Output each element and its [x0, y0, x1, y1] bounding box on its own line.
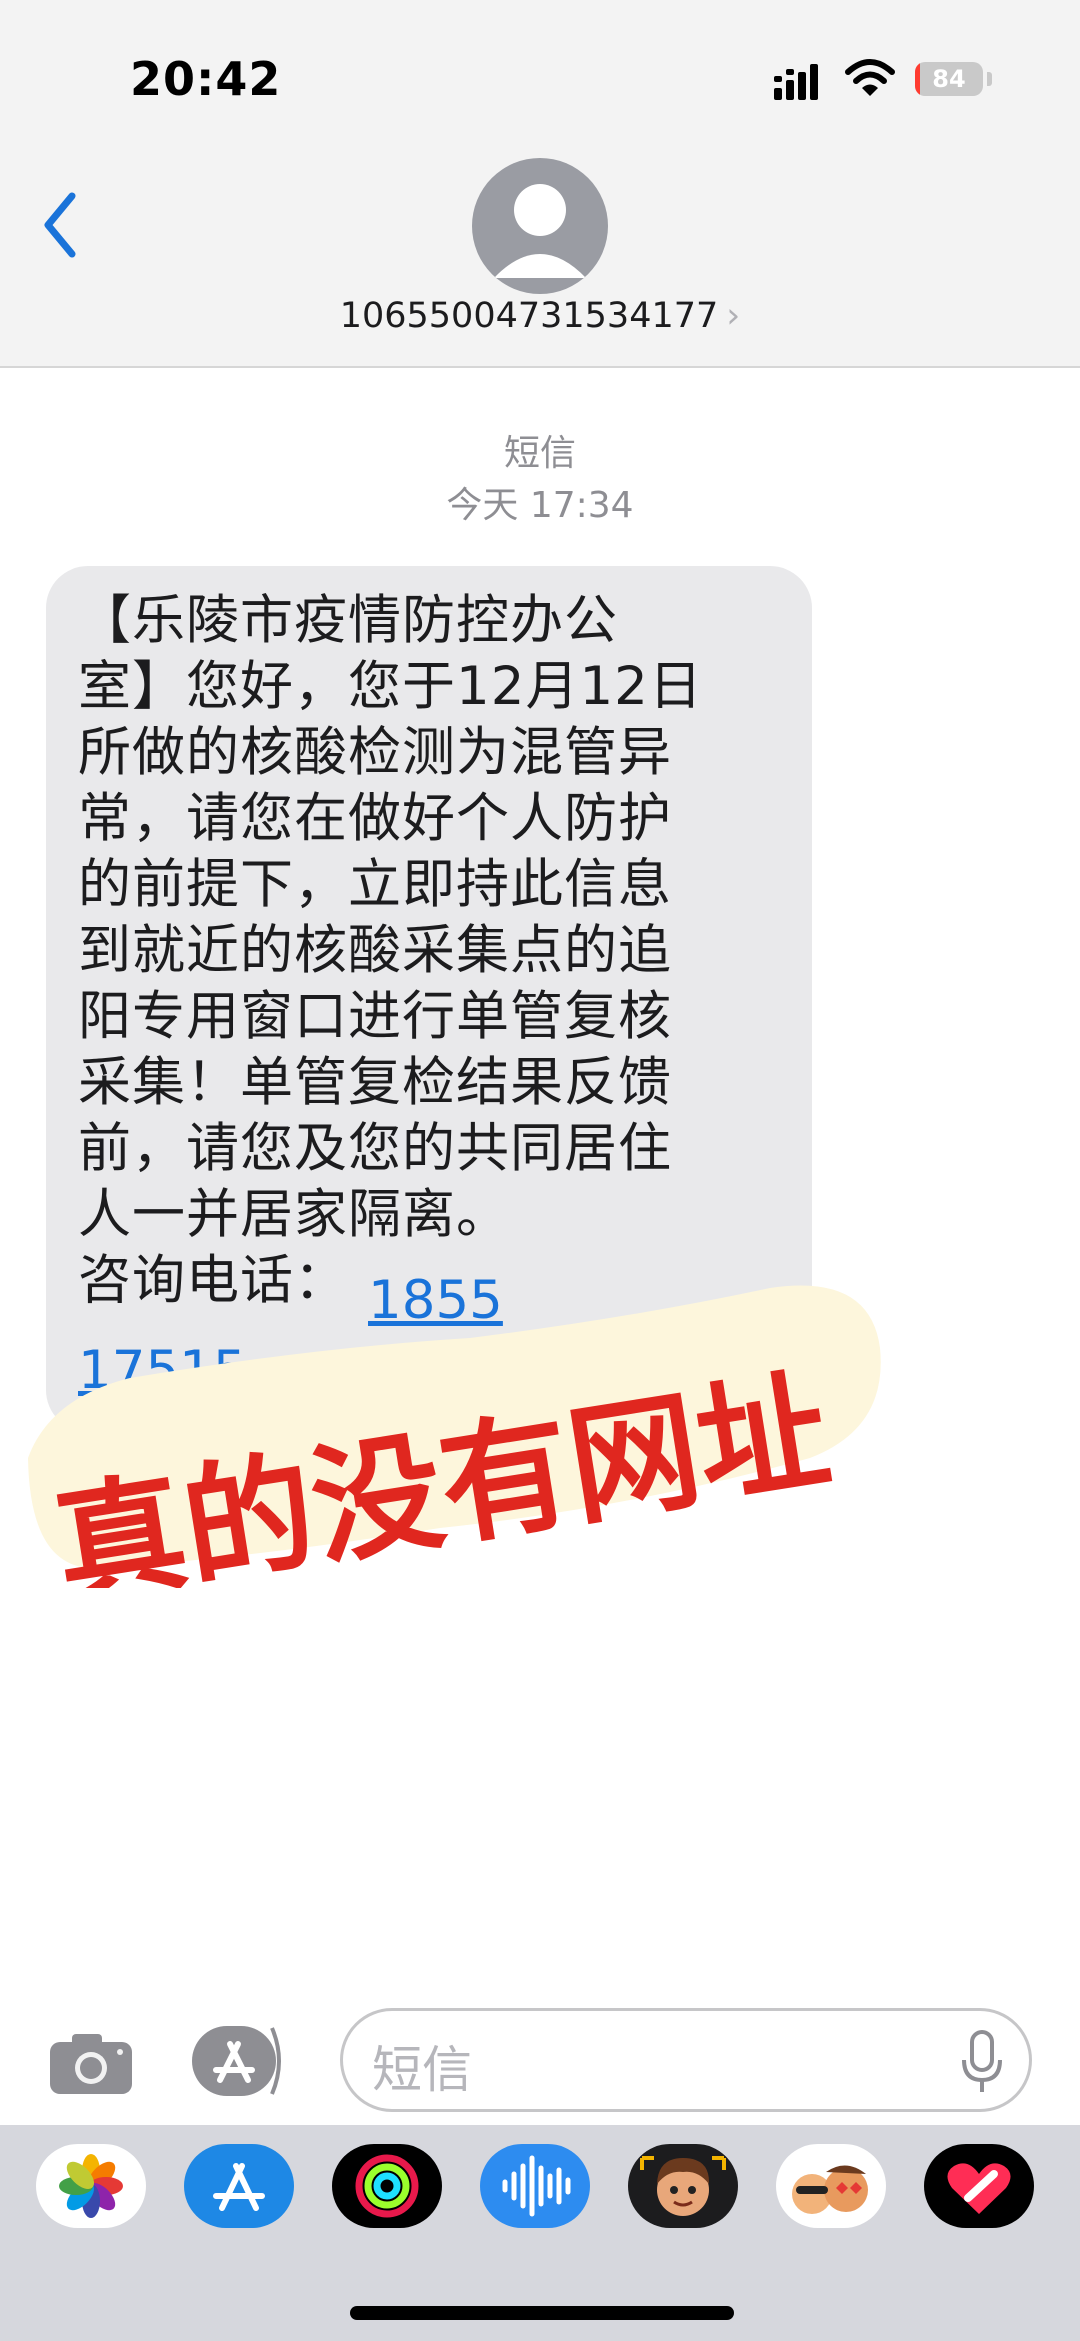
handwritten-sticker: 真的没有网址 [28, 1285, 881, 1588]
digital-touch-icon[interactable] [924, 2144, 1034, 2228]
microphone-icon[interactable] [960, 2030, 1004, 2096]
battery-level: 84 [932, 65, 966, 93]
cellular-signal-icon [774, 64, 818, 100]
message-timestamp: 今天 17:34 [446, 485, 634, 526]
contact-avatar[interactable] [472, 158, 608, 294]
back-chevron-icon[interactable] [40, 190, 80, 260]
battery-tip [987, 72, 992, 86]
status-time: 20:42 [130, 52, 282, 106]
message-text: 【乐陵市疫情防控办公 室】您好，您于12月12日 所做的核酸检测为混管异 常，请… [78, 590, 703, 1311]
photos-icon[interactable] [36, 2144, 146, 2228]
battery-icon: 84 [915, 62, 983, 96]
home-indicator[interactable] [350, 2306, 734, 2320]
app-store-icon[interactable] [184, 2144, 294, 2228]
activity-icon[interactable] [332, 2144, 442, 2228]
contact-name[interactable]: 10655004731534177 › [0, 296, 1080, 336]
app-store-drawer-icon[interactable] [190, 2024, 290, 2098]
chevron-right-icon: › [726, 296, 741, 336]
audio-message-icon[interactable] [480, 2144, 590, 2228]
message-input-placeholder: 短信 [372, 2041, 472, 2099]
service-label: 短信 [503, 433, 576, 474]
person-icon [494, 184, 586, 278]
memoji-stickers-icon[interactable] [776, 2144, 886, 2228]
camera-icon[interactable] [48, 2030, 134, 2096]
memoji-icon[interactable] [628, 2144, 738, 2228]
wifi-icon [845, 59, 895, 96]
contact-number: 10655004731534177 [339, 296, 719, 336]
